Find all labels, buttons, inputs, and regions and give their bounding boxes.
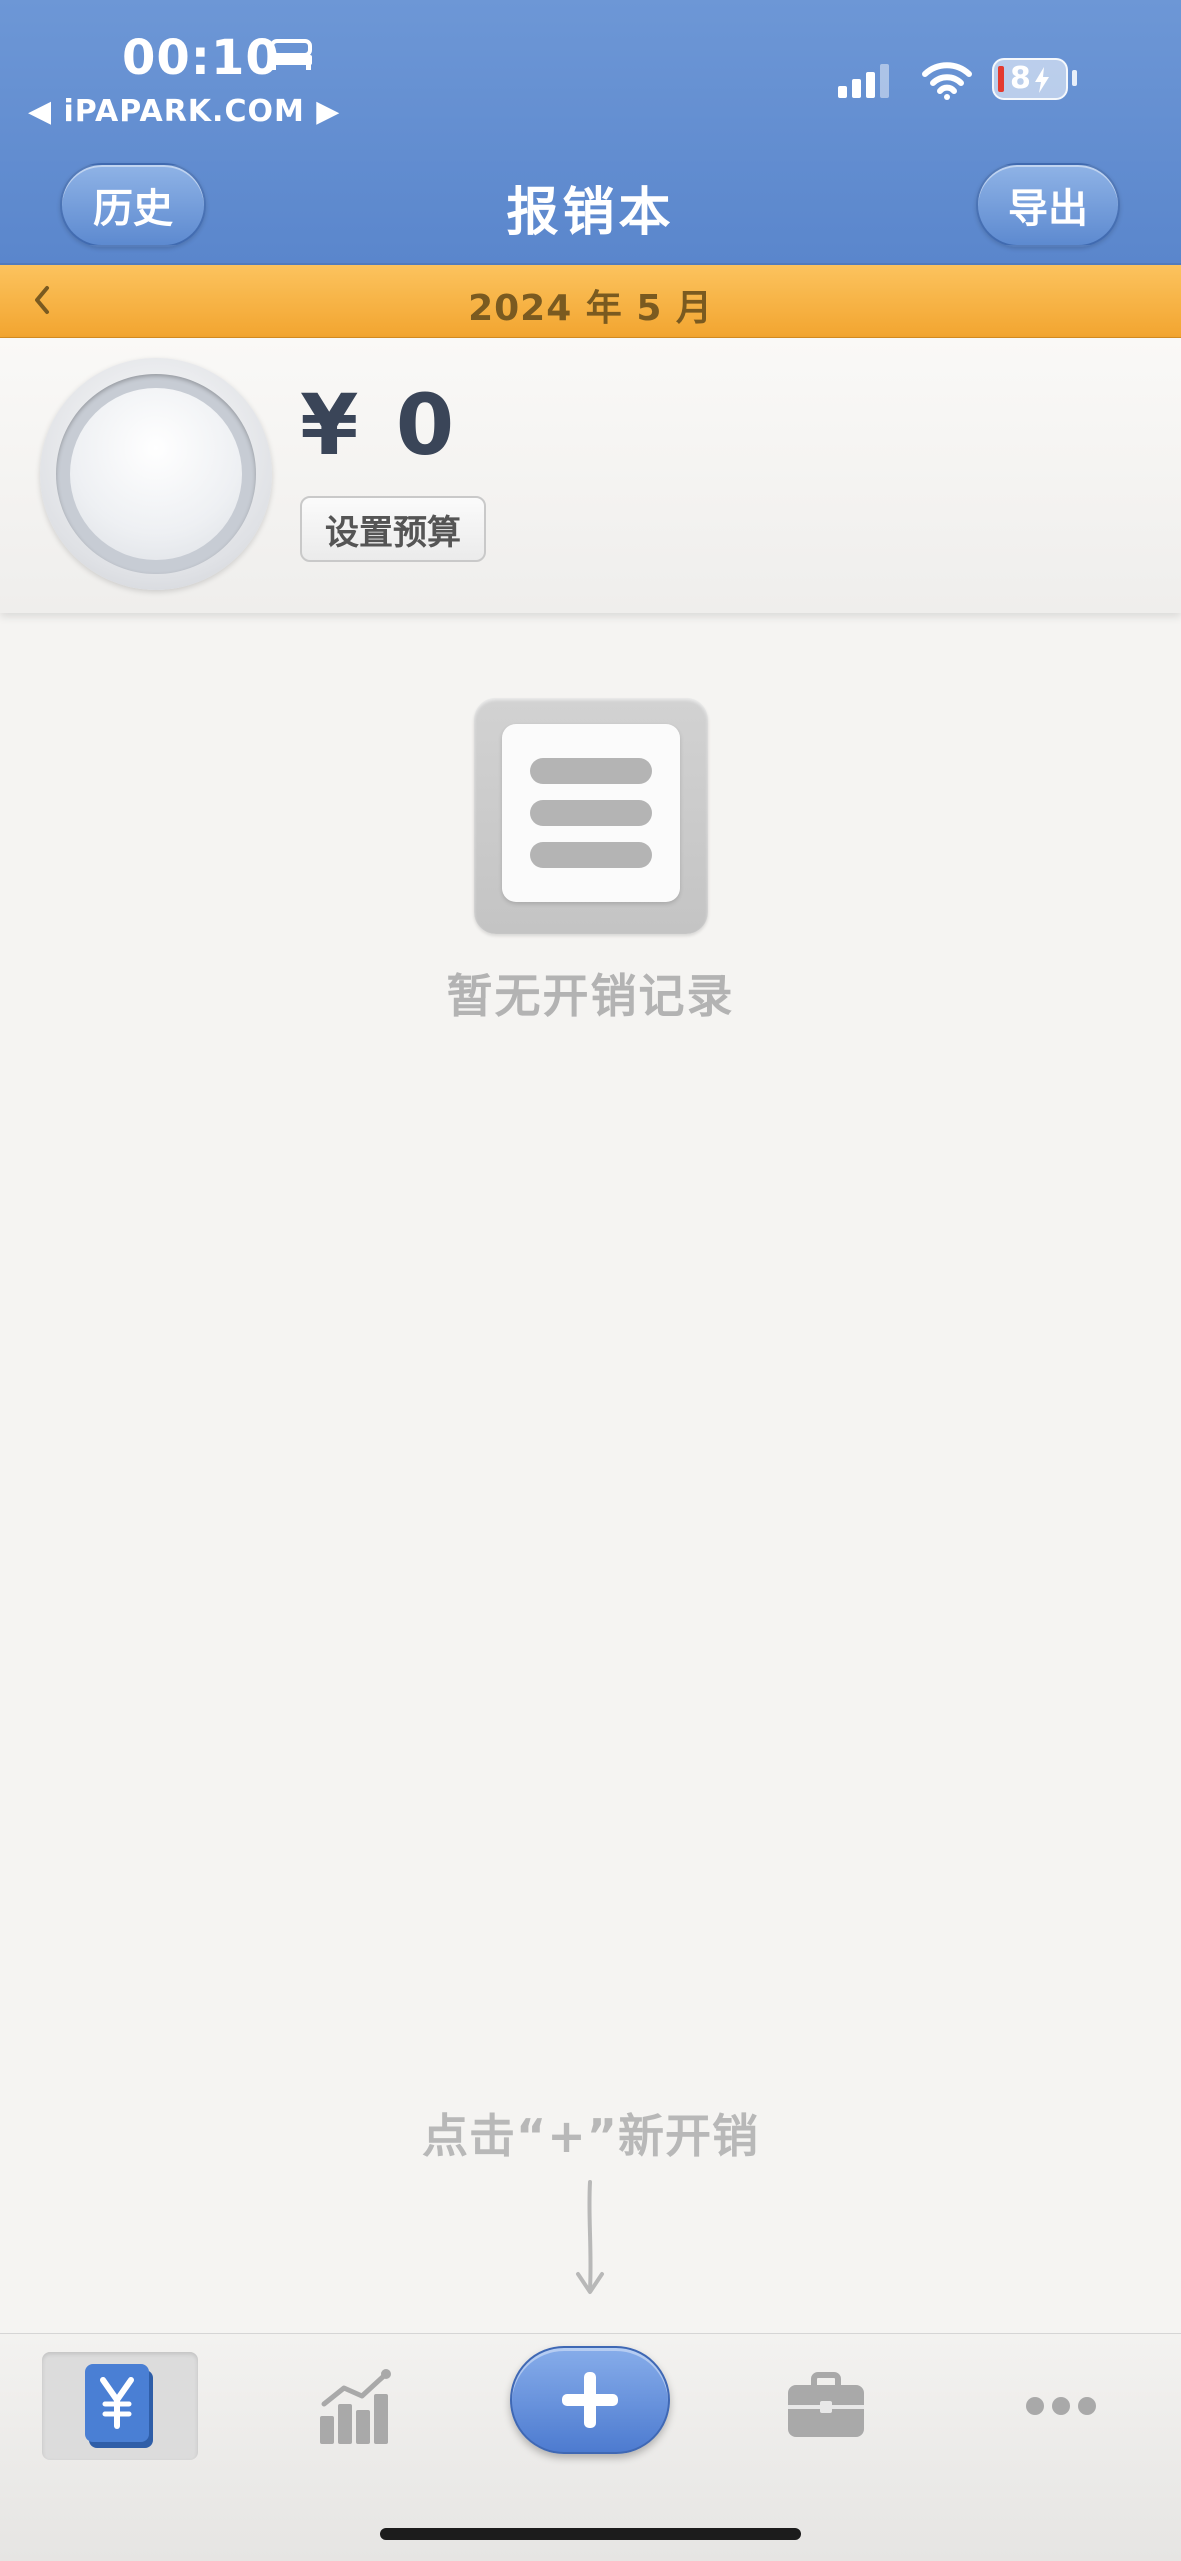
export-button[interactable]: 导出 [976, 163, 1120, 247]
sleep-focus-icon [270, 39, 312, 70]
tab-more[interactable] [983, 2352, 1139, 2460]
plus-icon [562, 2372, 618, 2428]
total-amount: ¥ 0 [300, 376, 459, 474]
set-budget-button[interactable]: 设置预算 [300, 496, 486, 562]
summary-panel: ¥ 0 设置预算 [0, 338, 1181, 613]
status-time: 00:10 [122, 30, 280, 86]
charging-bolt-icon [1035, 67, 1049, 93]
document-line [530, 758, 652, 784]
budget-progress-ring [40, 358, 272, 590]
tab-bar [0, 2333, 1181, 2561]
header: 00:10 ◀ iPAPARK.COM ▶ 8 历史 报销本 导出 [0, 0, 1181, 265]
month-bar: 2024 年 5 月 [0, 265, 1181, 338]
document-line [530, 800, 652, 826]
tab-statistics[interactable] [277, 2352, 433, 2460]
signal-icon [838, 64, 889, 98]
battery-cap [1072, 70, 1077, 86]
add-expense-button[interactable] [510, 2346, 670, 2454]
tab-ledger[interactable] [42, 2352, 198, 2460]
carrier-label: ◀ iPAPARK.COM ▶ [28, 94, 341, 129]
month-label: 2024 年 5 月 [468, 288, 713, 329]
add-expense-hint: 点击“+”新开销 [421, 2109, 759, 2163]
wifi-icon [922, 62, 972, 100]
arrow-down-icon [576, 2180, 604, 2294]
chart-icon [320, 2369, 391, 2444]
battery-level-bar [998, 66, 1004, 92]
home-indicator[interactable] [380, 2528, 801, 2540]
document-icon [474, 698, 708, 934]
document-line [530, 842, 652, 868]
document-sheet [502, 724, 680, 902]
yen-ledger-icon [85, 2364, 153, 2448]
empty-state-message: 暂无开销记录 [446, 969, 735, 1023]
budget-ring-track [56, 374, 256, 574]
tab-tools[interactable] [748, 2352, 904, 2460]
briefcase-icon [788, 2372, 864, 2437]
battery-percent: 8 [1010, 61, 1031, 96]
budget-ring-center [70, 388, 242, 560]
more-icon [1026, 2397, 1096, 2415]
battery-icon: 8 [992, 58, 1068, 100]
